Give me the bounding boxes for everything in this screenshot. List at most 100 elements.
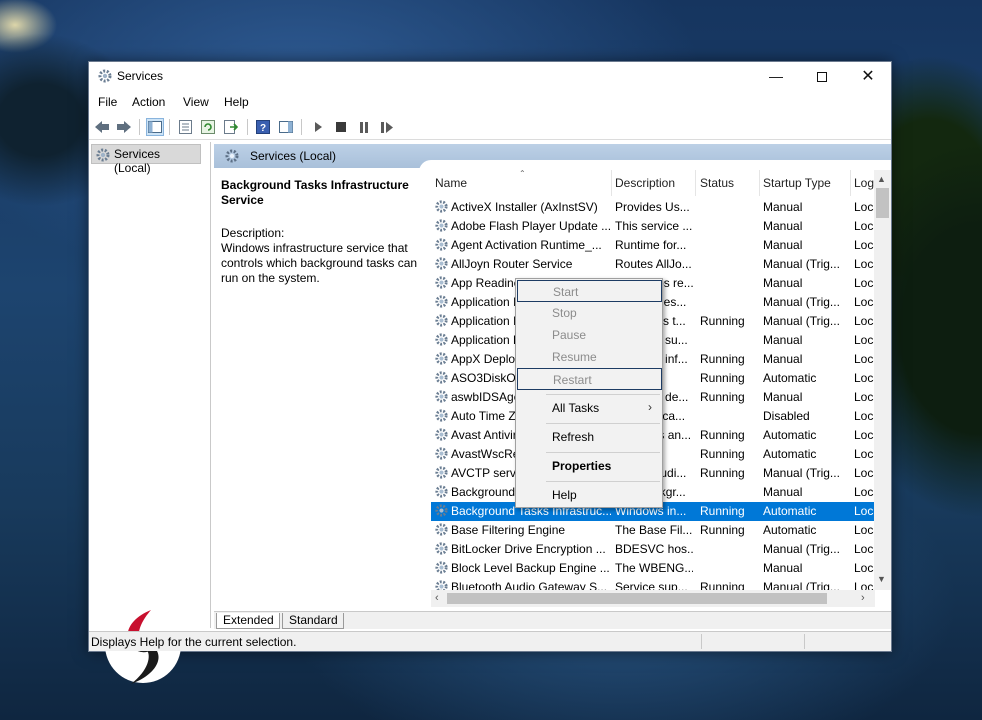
service-description: The WBENG... bbox=[615, 561, 693, 575]
h-scroll-thumb[interactable] bbox=[447, 593, 827, 604]
context-menu-restart[interactable]: Restart bbox=[517, 368, 662, 390]
menu-view[interactable]: View bbox=[183, 95, 209, 109]
context-menu: Start Stop Pause Resume Restart All Task… bbox=[515, 278, 663, 508]
service-startup-type: Manual (Trig... bbox=[763, 295, 840, 309]
context-menu-help[interactable]: Help bbox=[517, 484, 662, 506]
stop-icon[interactable] bbox=[332, 118, 350, 136]
service-log-on-as: Loca bbox=[854, 200, 875, 214]
service-startup-type: Manual bbox=[763, 485, 803, 499]
service-log-on-as: Loca bbox=[854, 295, 875, 309]
service-startup-type: Manual bbox=[763, 219, 803, 233]
console-tree: Services (Local) bbox=[89, 142, 211, 684]
service-gear-icon bbox=[434, 351, 449, 369]
service-gear-icon bbox=[434, 427, 449, 445]
table-row[interactable]: Bluetooth Audio Gateway S... Service sup.… bbox=[431, 578, 875, 590]
service-startup-type: Disabled bbox=[763, 409, 810, 423]
show-hide-console-tree-icon[interactable] bbox=[146, 118, 164, 136]
tab-standard[interactable]: Standard bbox=[282, 613, 344, 629]
show-action-pane-icon[interactable] bbox=[277, 118, 295, 136]
service-startup-type: Manual bbox=[763, 390, 803, 404]
context-menu-start[interactable]: Start bbox=[517, 280, 662, 302]
vertical-scrollbar[interactable]: ▲ ▼ bbox=[874, 170, 891, 590]
service-status: Running bbox=[700, 352, 745, 366]
tree-item-services-local[interactable]: Services (Local) bbox=[91, 144, 201, 175]
menu-help[interactable]: Help bbox=[224, 95, 249, 109]
properties-sheet-icon[interactable] bbox=[176, 118, 194, 136]
context-menu-all-tasks-label: All Tasks bbox=[552, 401, 600, 415]
sort-ascending-icon: ⌃ bbox=[519, 170, 526, 178]
column-header-log-on-as[interactable]: Log bbox=[854, 176, 874, 190]
pause-icon[interactable] bbox=[355, 118, 373, 136]
table-row[interactable]: Agent Activation Runtime_... Runtime for.… bbox=[431, 236, 875, 255]
services-gear-icon bbox=[225, 149, 239, 163]
service-log-on-as: Loca bbox=[854, 504, 875, 518]
maximize-button[interactable] bbox=[799, 62, 845, 91]
restart-icon[interactable] bbox=[378, 118, 396, 136]
table-row[interactable]: AllJoyn Router Service Routes AllJo... Man… bbox=[431, 255, 875, 274]
scroll-up-icon[interactable]: ▲ bbox=[877, 174, 886, 184]
context-menu-pause[interactable]: Pause bbox=[517, 324, 662, 346]
table-row[interactable]: BitLocker Drive Encryption ... BDESVC hos… bbox=[431, 540, 875, 559]
column-header-startup-type[interactable]: Startup Type bbox=[763, 176, 831, 190]
table-row[interactable]: Base Filtering Engine The Base Fil... Runn… bbox=[431, 521, 875, 540]
service-gear-icon bbox=[434, 237, 449, 255]
scroll-left-icon[interactable]: ‹ bbox=[435, 592, 439, 604]
service-status: Running bbox=[700, 504, 745, 518]
service-description: Service sup... bbox=[615, 580, 688, 590]
help-icon[interactable]: ? bbox=[254, 118, 272, 136]
horizontal-scrollbar[interactable]: ‹ › bbox=[431, 590, 875, 607]
export-list-icon[interactable] bbox=[222, 118, 240, 136]
context-menu-properties[interactable]: Properties bbox=[517, 455, 662, 477]
svg-text:?: ? bbox=[260, 123, 266, 134]
description-label: Description: bbox=[221, 226, 285, 240]
table-row[interactable]: Adobe Flash Player Update ... This servic… bbox=[431, 217, 875, 236]
service-startup-type: Manual (Trig... bbox=[763, 466, 840, 480]
service-status: Running bbox=[700, 580, 745, 590]
column-header-status[interactable]: Status bbox=[700, 176, 734, 190]
service-gear-icon bbox=[434, 199, 449, 217]
service-status: Running bbox=[700, 371, 745, 385]
scroll-thumb[interactable] bbox=[876, 188, 889, 218]
service-description: The Base Fil... bbox=[615, 523, 693, 537]
service-name-heading: Background Tasks Infrastructure Service bbox=[221, 178, 409, 207]
table-row[interactable]: Block Level Backup Engine ... The WBENG..… bbox=[431, 559, 875, 578]
play-icon[interactable] bbox=[309, 118, 327, 136]
forward-arrow-icon[interactable] bbox=[115, 118, 133, 136]
service-log-on-as: Loca bbox=[854, 561, 875, 575]
service-gear-icon bbox=[434, 408, 449, 426]
context-menu-refresh[interactable]: Refresh bbox=[517, 426, 662, 448]
tab-extended[interactable]: Extended bbox=[216, 613, 280, 629]
minimize-button[interactable]: — bbox=[753, 62, 799, 91]
service-gear-icon bbox=[434, 313, 449, 331]
scroll-right-icon[interactable]: › bbox=[861, 592, 865, 604]
service-log-on-as: Loca bbox=[854, 219, 875, 233]
context-menu-stop[interactable]: Stop bbox=[517, 302, 662, 324]
service-name: ActiveX Installer (AxInstSV) bbox=[451, 200, 598, 214]
service-log-on-as: Loca bbox=[854, 371, 875, 385]
service-status: Running bbox=[700, 447, 745, 461]
status-text: Displays Help for the current selection. bbox=[91, 635, 297, 649]
service-description: Provides Us... bbox=[615, 200, 690, 214]
scroll-down-icon[interactable]: ▼ bbox=[877, 574, 886, 584]
service-log-on-as: Loca bbox=[854, 523, 875, 537]
column-header-name[interactable]: Name bbox=[435, 176, 467, 190]
service-startup-type: Automatic bbox=[763, 428, 817, 442]
service-startup-type: Automatic bbox=[763, 523, 817, 537]
refresh-icon[interactable] bbox=[199, 118, 217, 136]
column-header-description[interactable]: Description bbox=[615, 176, 675, 190]
menu-file[interactable]: File bbox=[98, 95, 117, 109]
service-gear-icon bbox=[434, 522, 449, 540]
context-menu-resume[interactable]: Resume bbox=[517, 346, 662, 368]
menu-action[interactable]: Action bbox=[132, 95, 165, 109]
service-log-on-as: Loca bbox=[854, 333, 875, 347]
title-bar: Services — ✕ bbox=[89, 62, 891, 91]
back-arrow-icon[interactable] bbox=[93, 118, 111, 136]
close-button[interactable]: ✕ bbox=[845, 62, 891, 91]
service-log-on-as: Loca bbox=[854, 447, 875, 461]
service-startup-type: Manual bbox=[763, 352, 803, 366]
content-header-title: Services (Local) bbox=[250, 149, 337, 163]
service-gear-icon bbox=[434, 332, 449, 350]
table-row[interactable]: ActiveX Installer (AxInstSV) Provides Us.… bbox=[431, 198, 875, 217]
service-log-on-as: Loca bbox=[854, 390, 875, 404]
context-menu-all-tasks[interactable]: All Tasks › bbox=[517, 397, 662, 419]
